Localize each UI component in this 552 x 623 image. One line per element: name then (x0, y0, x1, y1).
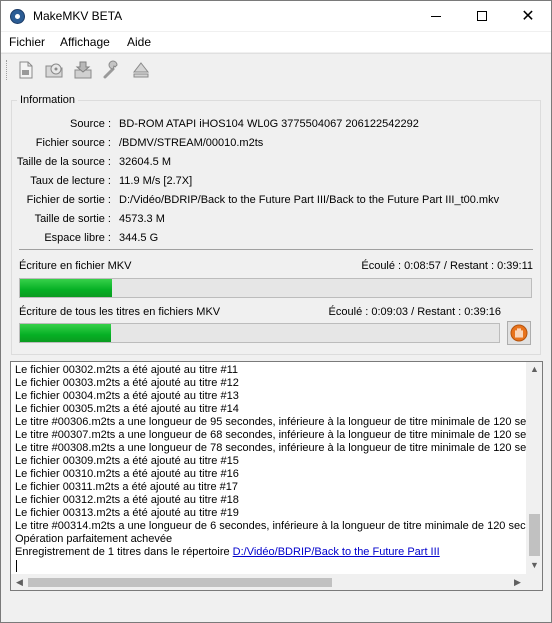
log-vertical-scrollbar[interactable]: ▲ ▼ (526, 362, 542, 574)
total-progress-fill (20, 324, 111, 342)
info-label: Taille de sortie : (34, 213, 111, 225)
minimize-icon (431, 15, 441, 17)
settings-button[interactable] (101, 59, 123, 81)
log-line: Le fichier 00311.m2ts a été ajouté au ti… (15, 481, 238, 493)
backup-icon (74, 61, 92, 79)
log-line: Le fichier 00312.m2ts a été ajouté au ti… (15, 494, 239, 506)
info-row-read-rate: Taux de lecture : 11.9 M/s [2.7X] (1, 175, 531, 191)
close-icon: ✕ (521, 8, 535, 25)
total-progress-label: Écriture de tous les titres en fichiers … (19, 306, 221, 318)
info-value: D:/Vidéo/BDRIP/Back to the Future Part I… (119, 194, 500, 206)
maximize-icon (477, 11, 487, 21)
menu-aide[interactable]: Aide (127, 35, 151, 49)
makemkv-app-icon (10, 9, 25, 24)
info-row-output-file: Fichier de sortie : D:/Vidéo/BDRIP/Back … (1, 194, 531, 210)
open-files-button[interactable] (15, 59, 37, 81)
info-value: 11.9 M/s [2.7X] (119, 175, 193, 187)
current-progress-time: Écoulé : 0:08:57 / Restant : 0:39:11 (361, 260, 533, 272)
window-title: MakeMKV BETA (33, 9, 123, 23)
current-progress-fill (20, 279, 112, 297)
close-button[interactable]: ✕ (505, 1, 551, 31)
log-line: Le titre #00307.m2ts a une longueur de 6… (15, 429, 529, 441)
log-line: Le fichier 00313.m2ts a été ajouté au ti… (15, 507, 239, 519)
backup-button[interactable] (72, 59, 94, 81)
info-label: Fichier de sortie : (26, 194, 111, 206)
log-line: Le fichier 00305.m2ts a été ajouté au ti… (15, 403, 239, 415)
settings-wrench-icon (103, 60, 118, 79)
info-separator (19, 249, 533, 250)
info-label: Espace libre : (44, 232, 111, 244)
horizontal-scroll-thumb[interactable] (28, 578, 332, 587)
log-line: Le fichier 00304.m2ts a été ajouté au ti… (15, 390, 239, 402)
minimize-button[interactable] (413, 1, 459, 31)
info-value: 344.5 G (119, 232, 159, 244)
information-group-label: Information (17, 94, 79, 106)
log-line-prefix: Enregistrement de 1 titres dans le réper… (15, 546, 233, 558)
info-row-source-file: Fichier source : /BDMV/STREAM/00010.m2ts (1, 137, 531, 153)
log-line: Le fichier 00310.m2ts a été ajouté au ti… (15, 468, 239, 480)
current-progress-bar (19, 278, 532, 298)
total-progress-time: Écoulé : 0:09:03 / Restant : 0:39:16 (328, 306, 501, 318)
log-horizontal-scrollbar[interactable]: ◀ ▶ (11, 574, 526, 590)
info-row-source: Source : BD-ROM ATAPI iHOS104 WL0G 37755… (1, 118, 531, 134)
info-label: Taux de lecture : (30, 175, 111, 187)
log-line: Opération parfaitement achevée (15, 533, 173, 545)
eject-button[interactable] (130, 59, 152, 81)
info-value: BD-ROM ATAPI iHOS104 WL0G 3775504067 206… (119, 118, 419, 130)
log-line-save: Enregistrement de 1 titres dans le réper… (15, 546, 529, 559)
info-row-free-space: Espace libre : 344.5 G (1, 232, 531, 248)
total-progress-bar (19, 323, 500, 343)
toolbar-grip (6, 60, 9, 80)
menu-bar: Fichier Affichage Aide (1, 32, 551, 52)
log-area[interactable]: Le fichier 00302.m2ts a été ajouté au ti… (10, 361, 543, 591)
stop-button[interactable] (507, 321, 531, 345)
log-lines: Le fichier 00302.m2ts a été ajouté au ti… (15, 364, 529, 574)
log-line: Le fichier 00309.m2ts a été ajouté au ti… (15, 455, 239, 467)
info-row-output-size: Taille de sortie : 4573.3 M (1, 213, 531, 229)
info-value: 4573.3 M (119, 213, 165, 225)
log-line: Le fichier 00302.m2ts a été ajouté au ti… (15, 364, 238, 376)
title-bar: MakeMKV BETA ✕ (1, 1, 551, 31)
menu-fichier[interactable]: Fichier (9, 35, 45, 49)
info-value: /BDMV/STREAM/00010.m2ts (119, 137, 264, 149)
stop-hand-icon (510, 324, 528, 342)
scroll-left-icon[interactable]: ◀ (11, 577, 28, 588)
scroll-down-icon[interactable]: ▼ (526, 560, 542, 570)
log-line: Le titre #00306.m2ts a une longueur de 9… (15, 416, 529, 428)
vertical-scroll-thumb[interactable] (529, 514, 540, 556)
open-files-icon (19, 61, 33, 79)
scroll-right-icon[interactable]: ▶ (509, 577, 526, 588)
scroll-up-icon[interactable]: ▲ (526, 364, 542, 374)
info-label: Source : (70, 118, 111, 130)
toolbar (1, 53, 551, 85)
scrollbar-corner (526, 574, 542, 590)
current-progress-label: Écriture en fichier MKV (19, 260, 132, 272)
makemkv-window: MakeMKV BETA ✕ Fichier Affichage Aide In… (0, 0, 552, 623)
maximize-button[interactable] (459, 1, 505, 31)
output-folder-link[interactable]: D:/Vidéo/BDRIP/Back to the Future Part I… (233, 546, 440, 558)
eject-icon (132, 62, 150, 78)
text-caret (16, 560, 17, 572)
info-value: 32604.5 M (119, 156, 171, 168)
info-label: Taille de la source : (16, 156, 111, 168)
open-disc-button[interactable] (43, 59, 65, 81)
info-label: Fichier source : (35, 137, 111, 149)
log-line: Le fichier 00303.m2ts a été ajouté au ti… (15, 377, 239, 389)
menu-affichage[interactable]: Affichage (60, 35, 110, 49)
log-line: Le titre #00308.m2ts a une longueur de 7… (15, 442, 529, 454)
open-disc-icon (45, 63, 63, 78)
log-line: Le titre #00314.m2ts a une longueur de 6… (15, 520, 529, 532)
info-row-source-size: Taille de la source : 32604.5 M (1, 156, 531, 172)
